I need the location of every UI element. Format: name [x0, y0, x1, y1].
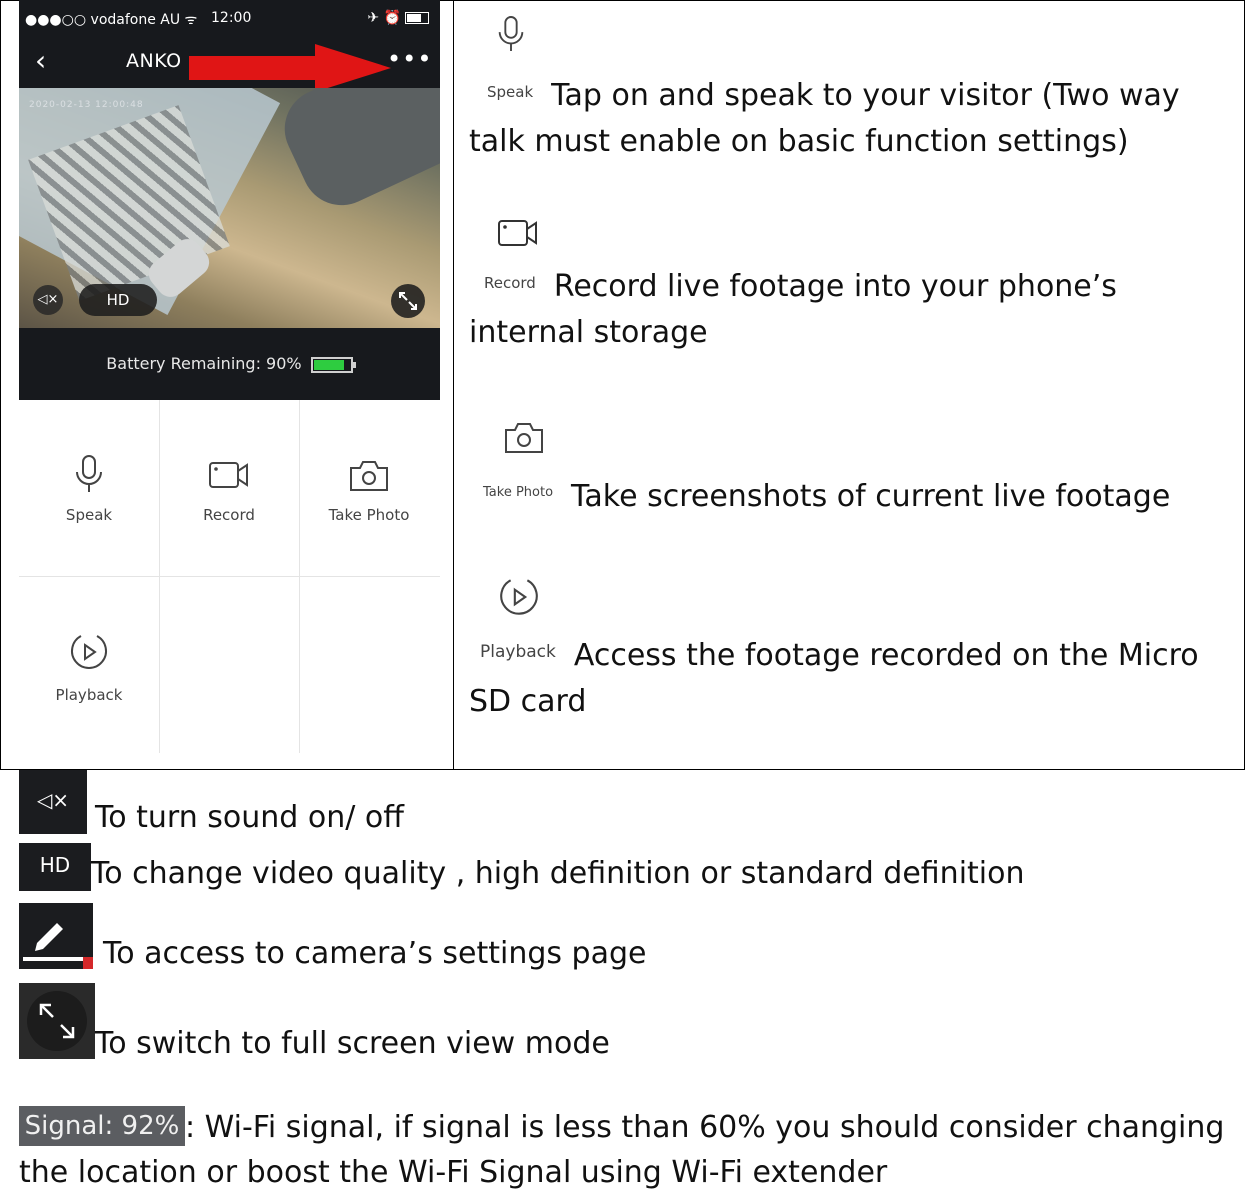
camera-icon [350, 461, 388, 491]
red-arrow-shaft [189, 56, 319, 80]
back-button[interactable]: ‹ [35, 44, 46, 78]
table-border-left [0, 0, 1, 770]
battery-status-icon [405, 12, 429, 24]
legend-text: To access to camera’s settings page [103, 936, 647, 971]
tile-label: Take Photo [328, 506, 410, 524]
camera-icon [505, 423, 543, 453]
live-view-panel: ●●●○○ vodafone AU ᯤ 12:00 ✈ ⏰ ‹ ANKO •••… [19, 0, 440, 400]
record-label: Record [484, 274, 536, 292]
legend-text: To turn sound on/ off [95, 800, 404, 835]
tile-playback[interactable]: Playback [19, 630, 159, 704]
status-bar: ●●●○○ vodafone AU ᯤ 12:00 ✈ ⏰ [25, 10, 435, 30]
app-screenshot: ●●●○○ vodafone AU ᯤ 12:00 ✈ ⏰ ‹ ANKO •••… [19, 0, 440, 753]
table-border-row [0, 769, 1245, 770]
feature-text: internal storage [469, 315, 708, 350]
feature-text: Tap on and speak to your visitor (Two wa… [551, 78, 1180, 113]
tile-label: Record [203, 506, 255, 524]
fullscreen-icon [399, 292, 417, 310]
pencil-icon [23, 923, 93, 969]
legend-text: To switch to full screen view mode [95, 1026, 610, 1061]
edit-pencil-icon [19, 903, 93, 969]
signal-text: : Wi-Fi signal, if signal is less than 6… [185, 1110, 1225, 1145]
microphone-icon [498, 16, 524, 51]
feature-take-photo: Take Photo Take screenshots of current li… [469, 474, 1170, 520]
video-camera-icon [209, 462, 248, 488]
take-photo-label: Take Photo [483, 485, 554, 500]
legend-text: To change video quality , high definitio… [91, 856, 1025, 891]
clock: 12:00 [211, 10, 252, 26]
feature-text: Take screenshots of current live footage [571, 479, 1171, 514]
mute-button[interactable]: ◁× [33, 285, 63, 315]
feature-record: Record Record live footage into your phon… [469, 264, 1117, 356]
feature-playback: Playback Access the footage recorded on t… [469, 633, 1199, 725]
carrier-label: ●●●○○ vodafone AU ᯤ [25, 12, 198, 28]
feature-text: talk must enable on basic function setti… [469, 124, 1129, 159]
more-options-button[interactable]: ••• [387, 44, 432, 74]
fullscreen-icon [19, 983, 95, 1059]
battery-indicator: Battery Remaining: 90% [19, 354, 440, 373]
tile-speak[interactable]: Speak [19, 454, 159, 524]
feature-text: Record live footage into your phone’s [553, 269, 1117, 304]
tile-label: Speak [65, 506, 113, 524]
tile-take-photo[interactable]: Take Photo [299, 458, 439, 524]
battery-label: Battery Remaining: 90% [106, 354, 302, 373]
hd-button[interactable]: HD [79, 284, 157, 316]
signal-badge: Signal: 92% [19, 1106, 185, 1146]
document-page: ●●●○○ vodafone AU ᯤ 12:00 ✈ ⏰ ‹ ANKO •••… [0, 0, 1245, 1195]
video-timestamp: 2020-02-13 12:00:48 [29, 100, 144, 110]
device-title: ANKO [126, 50, 182, 72]
tile-label: Playback [55, 686, 123, 704]
video-car [271, 88, 440, 219]
red-arrow-head [315, 44, 391, 92]
grid-divider [19, 576, 440, 577]
tile-record[interactable]: Record [159, 458, 299, 524]
speak-label: Speak [487, 83, 534, 101]
signal-text: the location or boost the Wi-Fi Signal u… [19, 1155, 888, 1190]
playback-icon [71, 635, 107, 669]
mute-icon: ◁× [19, 770, 87, 834]
live-video[interactable]: 2020-02-13 12:00:48 ◁× HD [19, 88, 440, 328]
video-camera-icon [498, 220, 537, 246]
feature-text: SD card [469, 684, 587, 719]
feature-speak: Speak Tap on and speak to your visitor (T… [469, 73, 1180, 165]
battery-fill [313, 359, 345, 370]
status-icons: ✈ ⏰ [367, 10, 429, 26]
table-border-middle [453, 0, 454, 770]
playback-icon [500, 579, 538, 615]
playback-label: Playback [480, 642, 556, 662]
feature-text: Access the footage recorded on the Micro [573, 638, 1199, 673]
fullscreen-arrows-icon [27, 991, 87, 1051]
microphone-icon [76, 455, 102, 492]
fullscreen-button[interactable] [391, 284, 425, 318]
battery-icon [310, 356, 356, 373]
function-grid: Speak Record Take Photo Playback [19, 400, 440, 753]
hd-icon: HD [19, 843, 91, 891]
